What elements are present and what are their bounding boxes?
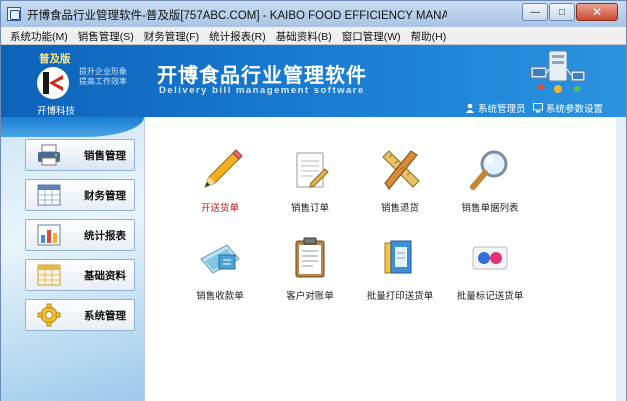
batch-print-icon <box>384 240 412 274</box>
tile-batch-mark-delivery-notes[interactable]: 批量标记送货单 <box>445 235 535 303</box>
table-icon <box>36 263 62 287</box>
main-content: 开送货单 销售订单 销售退货 销售单据列表 销售收款单 客户对账单 批量打印送货… <box>144 117 616 401</box>
printer-icon <box>36 143 62 167</box>
app-title: 开博食品行业管理软件 <box>157 65 367 87</box>
app-icon <box>7 7 21 21</box>
sidebar-item-label: 基础资料 <box>84 269 126 282</box>
spreadsheet-icon <box>36 183 62 207</box>
menu-basic-data[interactable]: 基础资料(B) <box>271 27 337 44</box>
tile-label: 销售订单 <box>290 203 329 214</box>
document-edit-icon <box>296 152 329 188</box>
window-title: 开博食品行业管理软件-普及版[757ABC.COM] - KAIBO FOOD … <box>27 10 447 22</box>
bar-chart-icon <box>36 223 62 247</box>
maximize-button[interactable]: □ <box>549 3 575 21</box>
menu-window[interactable]: 窗口管理(W) <box>337 27 406 44</box>
tile-label: 开送货单 <box>200 203 239 214</box>
tile-sales-receipt[interactable]: 销售收款单 <box>175 235 265 303</box>
current-user-link[interactable]: 系统管理员 <box>465 101 526 115</box>
app-window: 开博食品行业管理软件-普及版[757ABC.COM] - KAIBO FOOD … <box>0 0 627 401</box>
system-settings-link[interactable]: 系统参数设置 <box>533 101 603 115</box>
menu-bar: 系统功能(M) 销售管理(S) 财务管理(F) 统计报表(R) 基础资料(B) … <box>1 27 626 45</box>
sidebar-item-finance[interactable]: 财务管理 <box>25 179 135 211</box>
minimize-button[interactable]: — <box>522 3 548 21</box>
sidebar-item-system[interactable]: 系统管理 <box>25 299 135 331</box>
sidebar-item-sales[interactable]: 销售管理 <box>25 139 135 171</box>
tile-sales-return[interactable]: 销售退货 <box>355 147 445 215</box>
tile-sales-document-list[interactable]: 销售单据列表 <box>445 147 535 215</box>
tile-create-delivery-note[interactable]: 开送货单 <box>175 147 265 215</box>
right-frame-edge <box>616 117 626 401</box>
pencil-icon <box>204 149 243 188</box>
tile-batch-print-delivery-notes[interactable]: 批量打印送货单 <box>355 235 445 303</box>
tile-label: 客户对账单 <box>286 291 334 302</box>
sidebar-item-label: 财务管理 <box>84 189 126 202</box>
sidebar-item-label: 系统管理 <box>84 309 126 322</box>
tile-sales-order[interactable]: 销售订单 <box>265 147 355 215</box>
app-subtitle: Delivery bill management software <box>159 85 365 96</box>
sidebar-item-reports[interactable]: 统计报表 <box>25 219 135 251</box>
menu-help[interactable]: 帮助(H) <box>406 27 452 44</box>
slogan: 提升企业形象 提高工作效率 <box>79 67 127 86</box>
menu-system[interactable]: 系统功能(M) <box>5 27 73 44</box>
company-name: 开博科技 <box>37 106 76 117</box>
header-banner: 普及版 提升企业形象 提高工作效率 开博科技 开博食品行业管理软件 Delive… <box>1 45 626 117</box>
user-icon <box>466 103 474 113</box>
sidebar: 销售管理 财务管理 统计报表 基础资料 系统管理 <box>1 117 144 401</box>
menu-sales[interactable]: 销售管理(S) <box>73 27 139 44</box>
tile-label: 销售退货 <box>380 203 419 214</box>
menu-reports[interactable]: 统计报表(R) <box>204 27 271 44</box>
sidebar-item-label: 销售管理 <box>84 149 126 162</box>
current-user-label: 系统管理员 <box>478 104 526 115</box>
ruler-pencil-icon <box>382 150 420 190</box>
sidebar-decoration <box>1 117 144 137</box>
edition-label: 普及版 <box>39 53 71 65</box>
sidebar-item-label: 统计报表 <box>84 229 126 242</box>
tile-label: 销售单据列表 <box>461 203 519 214</box>
sidebar-item-basic-data[interactable]: 基础资料 <box>25 259 135 291</box>
batch-mark-icon <box>472 246 508 270</box>
magnifier-icon <box>470 150 508 190</box>
network-computers-icon <box>530 50 586 93</box>
menu-finance[interactable]: 财务管理(F) <box>139 27 204 44</box>
gear-icon <box>36 303 62 327</box>
close-button[interactable]: ✕ <box>576 3 618 21</box>
monitor-icon <box>533 103 543 113</box>
title-bar: 开博食品行业管理软件-普及版[757ABC.COM] - KAIBO FOOD … <box>1 1 626 27</box>
company-logo-icon <box>37 67 69 99</box>
tile-label: 批量标记送货单 <box>456 291 524 302</box>
tile-label: 销售收款单 <box>196 291 244 302</box>
money-card-icon <box>200 244 240 274</box>
window-controls: — □ ✕ <box>522 3 618 21</box>
tile-label: 批量打印送货单 <box>366 291 434 302</box>
system-settings-label: 系统参数设置 <box>546 104 604 115</box>
tile-customer-statement[interactable]: 客户对账单 <box>265 235 355 303</box>
logo-area: 普及版 提升企业形象 提高工作效率 开博科技 <box>1 45 139 117</box>
clipboard-icon <box>295 237 325 278</box>
